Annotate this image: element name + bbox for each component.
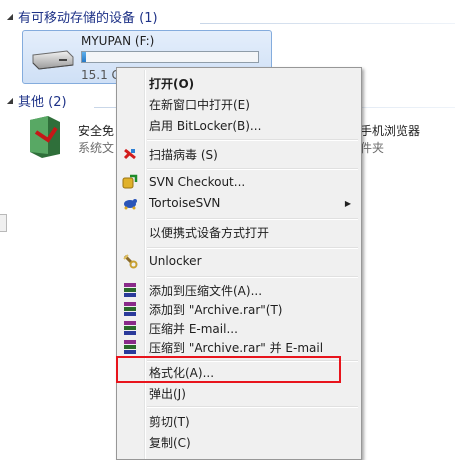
tortoise-svn-icon xyxy=(122,195,138,211)
menu-item-label: 扫描病毒 (S) xyxy=(149,147,218,162)
menu-separator xyxy=(147,168,358,169)
menu-item-tortoisesvn[interactable]: TortoiseSVN ▶ xyxy=(119,192,359,214)
collapse-triangle-icon[interactable]: ◢ xyxy=(4,12,16,21)
winrar-icon xyxy=(122,301,138,317)
antivirus-icon xyxy=(122,146,138,162)
menu-item-svn-checkout[interactable]: SVN Checkout... xyxy=(119,171,359,193)
other-item-browser[interactable]: 手机浏览器 件夹 xyxy=(360,112,455,162)
group-header-removable[interactable]: ◢ 有可移动存储的设备 (1) xyxy=(0,6,455,26)
menu-item-label: Unlocker xyxy=(149,254,202,268)
format-highlight-box xyxy=(116,356,341,383)
item-subtitle: 件夹 xyxy=(360,141,385,155)
menu-item-label: 打开(O) xyxy=(149,76,195,91)
menu-item-label: TortoiseSVN xyxy=(149,196,221,210)
menu-item-copy[interactable]: 复制(C) xyxy=(119,431,359,453)
menu-item-label: 添加到 "Archive.rar"(T) xyxy=(149,302,283,317)
menu-item-open[interactable]: 打开(O) xyxy=(119,72,359,94)
item-title: 安全免 xyxy=(78,124,115,138)
menu-separator xyxy=(147,139,358,140)
drive-name: MYUPAN (F:) xyxy=(81,34,155,48)
menu-item-label: 添加到压缩文件(A)... xyxy=(149,283,263,298)
menu-item-label: 以便携式设备方式打开 xyxy=(149,225,270,240)
menu-item-cut[interactable]: 剪切(T) xyxy=(119,410,359,432)
menu-separator xyxy=(147,218,358,219)
menu-separator xyxy=(147,276,358,277)
menu-separator xyxy=(147,406,358,407)
group-title: 有可移动存储的设备 (1) xyxy=(18,10,158,26)
menu-item-label: 压缩到 "Archive.rar" 并 E-mail xyxy=(149,340,324,355)
menu-item-open-new-window[interactable]: 在新窗口中打开(E) xyxy=(119,93,359,115)
menu-item-label: 压缩并 E-mail... xyxy=(149,321,238,336)
menu-item-eject[interactable]: 弹出(J) xyxy=(119,382,359,404)
shield-icon xyxy=(30,116,60,158)
context-menu: 打开(O) 在新窗口中打开(E) 启用 BitLocker(B)... 扫描病毒… xyxy=(116,67,362,460)
drive-usage-bar xyxy=(81,51,259,63)
usb-drive-icon xyxy=(32,50,74,70)
collapse-triangle-icon[interactable]: ◢ xyxy=(4,96,16,105)
menu-item-label: 剪切(T) xyxy=(149,414,190,429)
winrar-icon xyxy=(122,282,138,298)
group-divider xyxy=(200,23,455,24)
menu-item-unlocker[interactable]: Unlocker xyxy=(119,250,359,272)
group-title: 其他 (2) xyxy=(18,94,67,110)
svn-checkout-icon xyxy=(122,174,138,190)
menu-separator xyxy=(147,247,358,248)
menu-item-label: 在新窗口中打开(E) xyxy=(149,97,250,112)
unlocker-icon xyxy=(122,253,138,269)
menu-item-bitlocker[interactable]: 启用 BitLocker(B)... xyxy=(119,114,359,136)
winrar-icon xyxy=(122,339,138,355)
item-subtitle: 系统文 xyxy=(78,141,115,155)
menu-item-label: SVN Checkout... xyxy=(149,175,246,189)
submenu-arrow-icon: ▶ xyxy=(344,198,351,208)
menu-item-compress-to-rar-email[interactable]: 压缩到 "Archive.rar" 并 E-mail xyxy=(119,336,359,358)
drive-size: 15.1 G xyxy=(81,68,121,82)
menu-item-label: 弹出(J) xyxy=(149,386,186,401)
pane-splitter[interactable] xyxy=(0,214,7,232)
menu-item-scan-virus[interactable]: 扫描病毒 (S) xyxy=(119,143,359,165)
menu-item-label: 启用 BitLocker(B)... xyxy=(149,118,262,133)
item-title: 手机浏览器 xyxy=(360,124,421,138)
menu-item-label: 复制(C) xyxy=(149,435,191,450)
menu-item-open-portable[interactable]: 以便携式设备方式打开 xyxy=(119,221,359,243)
winrar-icon xyxy=(122,320,138,336)
